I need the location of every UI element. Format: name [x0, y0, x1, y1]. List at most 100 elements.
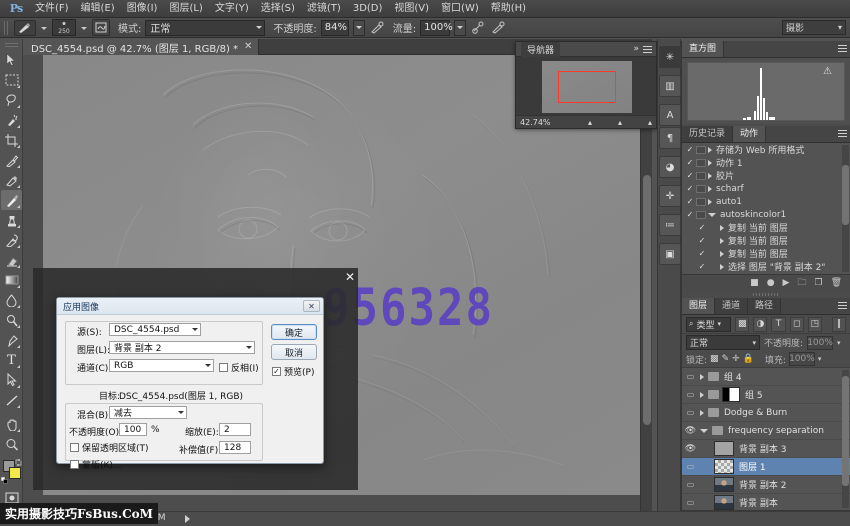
properties-dock-icon[interactable]: ≔	[659, 214, 681, 236]
layer-blend-mode-select[interactable]: 正常 ▾	[686, 335, 760, 350]
opacity-value[interactable]: 84%	[321, 20, 349, 36]
mask-checkbox[interactable]	[70, 460, 79, 469]
dodge-tool[interactable]	[1, 310, 22, 330]
swap-colors-icon[interactable]	[15, 458, 22, 465]
layer-filter-kind-select[interactable]: ⌕ 类型 ▾	[686, 317, 731, 332]
menu-filter[interactable]: 滤镜(T)	[301, 0, 347, 17]
eraser-tool[interactable]	[1, 250, 22, 270]
zoom-slider-icon[interactable]: ▴	[618, 118, 622, 127]
mask-row[interactable]: 蒙版(K)...	[70, 458, 122, 471]
chevron-right-icon[interactable]	[708, 199, 712, 205]
filter-toggle-icon[interactable]: ❙	[832, 317, 846, 332]
tab-paths[interactable]: 路径	[748, 298, 781, 314]
preview-row[interactable]: 预览(P)	[272, 365, 314, 378]
opacity-chevron-down-icon[interactable]: ▾	[837, 339, 841, 347]
channel-select[interactable]: RGB	[109, 359, 214, 372]
navigator-zoom-value[interactable]: 42.74%	[520, 118, 551, 127]
type-tool[interactable]: T	[1, 350, 22, 370]
action-toggle-icon[interactable]: ✓	[696, 223, 708, 232]
action-dialog-toggle-icon[interactable]	[696, 185, 706, 193]
chevron-right-icon[interactable]	[708, 186, 712, 192]
layer-row[interactable]: 👁frequency separation	[682, 422, 850, 440]
stop-icon[interactable]: ■	[750, 278, 759, 288]
panel-menu-icon[interactable]	[643, 45, 652, 53]
preview-checkbox[interactable]	[272, 367, 281, 376]
marquee-tool[interactable]	[1, 70, 22, 90]
action-row[interactable]: ✓autoskincolor1	[682, 208, 850, 221]
chevron-right-icon[interactable]	[700, 374, 704, 380]
tab-layers[interactable]: 图层	[682, 298, 715, 314]
fill-value[interactable]: 100%	[789, 352, 815, 366]
gradient-tool[interactable]	[1, 270, 22, 290]
quick-selection-tool[interactable]	[1, 110, 22, 130]
options-bar-grip[interactable]	[4, 21, 10, 35]
preserve-transparency-checkbox[interactable]	[70, 443, 79, 452]
chevron-right-icon[interactable]	[720, 238, 724, 244]
layer-thumbnail[interactable]	[714, 477, 734, 492]
invert-checkbox-row[interactable]: 反相(I)	[219, 361, 259, 374]
actions-scrollbar[interactable]	[842, 145, 849, 272]
lock-all-icon[interactable]: 🔒	[743, 354, 754, 364]
preserve-transparency-row[interactable]: 保留透明区域(T)	[70, 441, 149, 454]
layer-mask-thumbnail[interactable]	[722, 387, 740, 402]
action-dialog-toggle-icon[interactable]	[696, 172, 706, 180]
lasso-tool[interactable]	[1, 90, 22, 110]
dialog-close-button[interactable]: ✕	[303, 300, 320, 312]
document-tab[interactable]: DSC_4554.psd @ 42.7% (图层 1, RGB/8) * ✕	[23, 39, 259, 55]
dialog-title-bar[interactable]: 应用图像 ✕	[57, 298, 323, 315]
scale-field[interactable]: 2	[219, 423, 251, 436]
shape-filter-icon[interactable]: ◻	[790, 317, 804, 332]
action-toggle-icon[interactable]: ✓	[684, 210, 696, 219]
background-color-swatch[interactable]	[9, 467, 21, 479]
close-icon[interactable]: ✕	[244, 42, 252, 52]
eye-visible-icon[interactable]: 👁	[684, 426, 697, 436]
menu-type[interactable]: 文字(Y)	[209, 0, 255, 17]
workspace-switcher[interactable]: 摄影 ▾	[782, 20, 846, 35]
tab-histogram[interactable]: 直方图	[682, 41, 724, 57]
default-colors-icon[interactable]	[1, 476, 8, 483]
menu-view[interactable]: 视图(V)	[388, 0, 435, 17]
layer-row[interactable]: ▭图层 1	[682, 458, 850, 476]
histogram-dock-icon[interactable]: ▥	[659, 75, 681, 97]
blur-tool[interactable]	[1, 290, 22, 310]
toolbox-grip[interactable]	[5, 41, 18, 47]
action-toggle-icon[interactable]: ✓	[684, 197, 696, 206]
eye-hidden-icon[interactable]: ▭	[684, 372, 697, 381]
layers-scrollbar[interactable]	[842, 370, 849, 508]
menu-edit[interactable]: 编辑(E)	[75, 0, 121, 17]
layer-opacity-value[interactable]: 100%	[807, 336, 833, 350]
action-toggle-icon[interactable]: ✓	[696, 262, 708, 271]
action-toggle-icon[interactable]: ✓	[684, 171, 696, 180]
new-action-icon[interactable]: ❐	[814, 278, 822, 288]
tab-history[interactable]: 历史记录	[682, 126, 733, 142]
move-tool[interactable]	[1, 50, 22, 70]
chevron-down-icon[interactable]	[708, 213, 716, 217]
zoom-out-icon[interactable]: ▴	[588, 118, 592, 127]
menu-layer[interactable]: 图层(L)	[163, 0, 208, 17]
action-toggle-icon[interactable]: ✓	[684, 184, 696, 193]
layer-thumbnail[interactable]	[714, 441, 734, 456]
eye-hidden-icon[interactable]: ▭	[684, 462, 697, 471]
fill-chevron-down-icon[interactable]: ▾	[818, 355, 822, 363]
menu-help[interactable]: 帮助(H)	[485, 0, 532, 17]
brush-preset-icon[interactable]	[14, 20, 36, 36]
layer-select[interactable]: 背景 副本 2	[109, 341, 255, 354]
histogram-warning-icon[interactable]: ⚠	[823, 66, 832, 77]
action-dialog-toggle-icon[interactable]	[696, 211, 706, 219]
chevron-right-icon[interactable]	[700, 410, 704, 416]
dialog-backdrop-close-icon[interactable]: ✕	[345, 270, 355, 284]
tab-channels[interactable]: 通道	[715, 298, 748, 314]
action-row[interactable]: ✓复制 当前 图层	[682, 234, 850, 247]
layer-row[interactable]: ▭背景 副本	[682, 494, 850, 510]
eye-hidden-icon[interactable]: ▭	[684, 408, 697, 417]
layer-row[interactable]: ▭组 4	[682, 368, 850, 386]
lock-position-icon[interactable]: ✛	[732, 354, 740, 364]
pen-tool[interactable]	[1, 330, 22, 350]
offset-field[interactable]: 128	[219, 441, 251, 454]
delete-icon[interactable]: 🗑	[831, 278, 842, 288]
action-row[interactable]: ✓胶片	[682, 169, 850, 182]
action-toggle-icon[interactable]: ✓	[684, 158, 696, 167]
chevron-right-icon[interactable]	[708, 147, 712, 153]
history-brush-tool[interactable]	[1, 230, 22, 250]
brush-panel-toggle-icon[interactable]	[92, 19, 110, 36]
